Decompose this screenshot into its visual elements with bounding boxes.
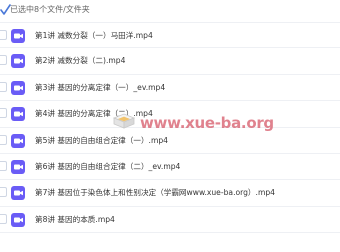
file-row[interactable]: 第2讲 减数分裂（二).mp4 [0,48,340,75]
file-name[interactable]: 第4讲 基因的分离定律（二）.mp4 [35,109,153,119]
selection-header: 已选中8个文件/文件夹 [0,0,340,22]
video-file-icon [11,133,25,148]
selection-count-text: 已选中8个文件/文件夹 [10,5,90,14]
row-checkbox[interactable] [0,55,7,66]
file-row[interactable]: 第4讲 基因的分离定律（二）.mp4 [0,101,340,128]
video-file-icon [11,186,25,201]
file-name[interactable]: 第3讲 基因的分离定律（一）_ev.mp4 [35,83,165,93]
row-checkbox[interactable] [0,187,7,198]
row-checkbox[interactable] [0,213,7,224]
file-name[interactable]: 第7讲 基因位于染色体上和性别决定（学霸网www.xue-ba.org）.mp4 [35,188,275,198]
file-name[interactable]: 第5讲 基因的自由组合定律（一）.mp4 [35,136,168,146]
file-name[interactable]: 第8讲 基因的本质.mp4 [35,215,115,225]
row-checkbox[interactable] [0,81,7,92]
file-name[interactable]: 第2讲 减数分裂（二).mp4 [35,56,125,66]
file-name[interactable]: 第6讲 基因的自由组合定律（二）_ev.mp4 [35,162,180,172]
row-checkbox[interactable] [0,30,7,40]
file-list: 第1讲 减数分裂（一）马田洋.mp4 第2讲 减数分裂（二).mp4 第3讲 基… [0,22,340,234]
row-checkbox[interactable] [0,108,7,119]
file-row[interactable]: 第5讲 基因的自由组合定律（一）.mp4 [0,128,340,154]
video-file-icon [11,29,25,43]
file-name[interactable]: 第1讲 减数分裂（一）马田洋.mp4 [35,31,153,41]
file-row[interactable]: 第3讲 基因的分离定律（一）_ev.mp4 [0,75,340,102]
video-file-icon [11,159,25,174]
video-file-icon [11,107,25,122]
file-row[interactable]: 第7讲 基因位于染色体上和性别决定（学霸网www.xue-ba.org）.mp4 [0,180,340,207]
video-file-icon [11,54,25,69]
video-file-icon [11,80,25,95]
file-row[interactable]: 第8讲 基因的本质.mp4 [0,207,340,234]
file-row[interactable]: 第6讲 基因的自由组合定律（二）_ev.mp4 [0,154,340,181]
video-file-icon [11,212,25,227]
row-checkbox[interactable] [0,134,7,145]
row-checkbox[interactable] [0,160,7,171]
file-row[interactable]: 第1讲 减数分裂（一）马田洋.mp4 [0,22,340,49]
